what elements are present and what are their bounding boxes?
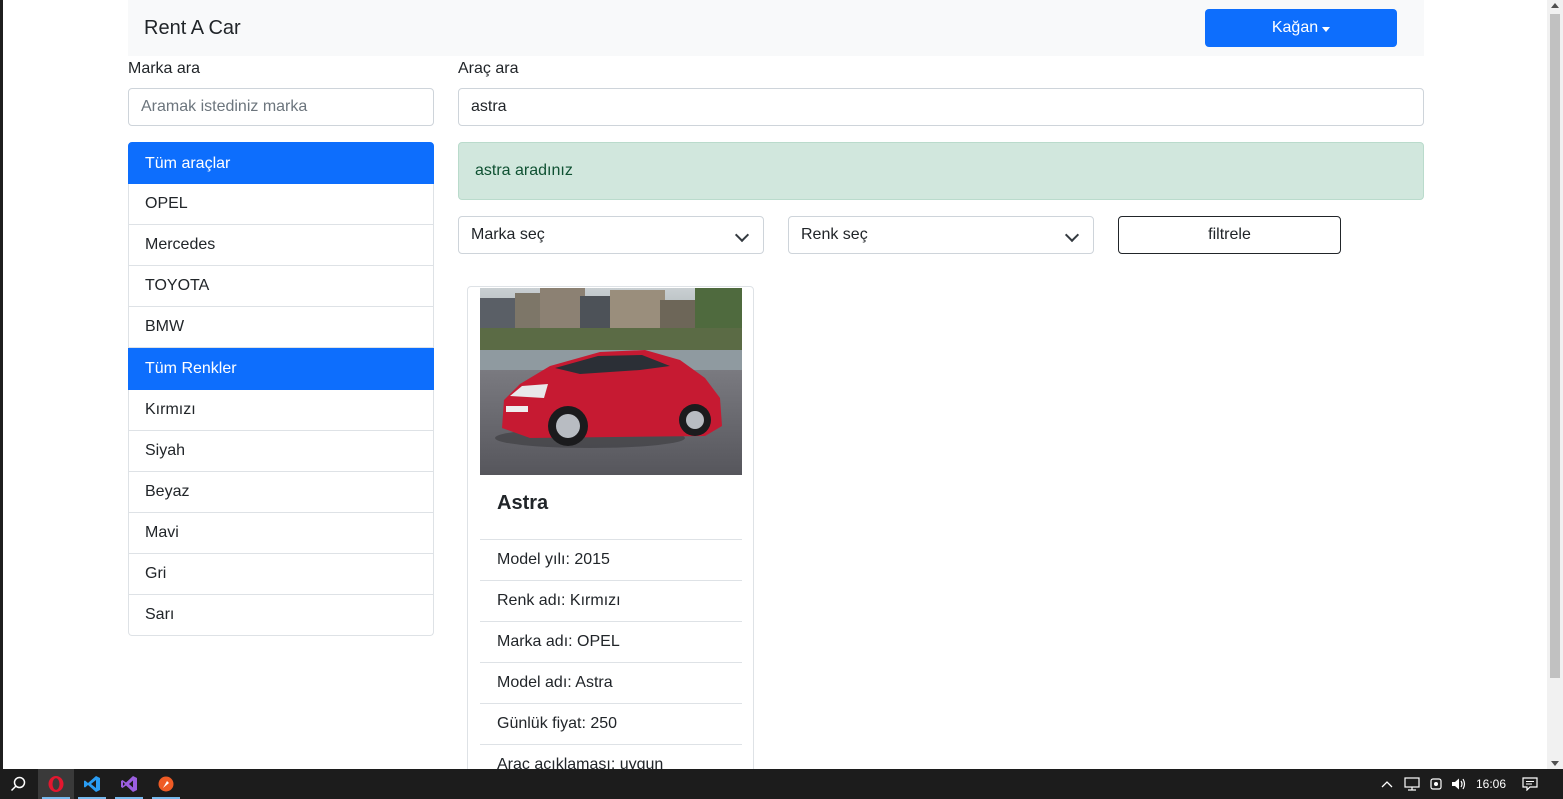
caret-down-icon: [1322, 26, 1331, 32]
filter-button[interactable]: filtrele: [1118, 216, 1341, 254]
brand-search-input[interactable]: [128, 88, 434, 126]
brand-list-item[interactable]: OPEL: [128, 184, 434, 225]
car-detail-model-year: Model yılı: 2015: [480, 539, 742, 580]
color-list-item[interactable]: Beyaz: [128, 472, 434, 513]
chevron-down-icon: [1064, 227, 1080, 243]
visual-studio-icon[interactable]: [111, 769, 147, 799]
brand-list-item[interactable]: Mercedes: [128, 225, 434, 266]
user-dropdown-label: Kağan: [1271, 19, 1319, 36]
search-icon[interactable]: [0, 769, 36, 799]
taskbar-clock[interactable]: 16:06: [1476, 769, 1506, 799]
list-item-all-cars[interactable]: Tüm araçlar: [128, 142, 434, 184]
user-dropdown-button[interactable]: Kağan: [1205, 9, 1397, 47]
car-image: [480, 288, 742, 475]
color-list-item[interactable]: Sarı: [128, 595, 434, 636]
car-card-title: Astra: [497, 492, 549, 514]
car-detail-daily-price: Günlük fiyat: 250: [480, 703, 742, 744]
car-detail-list: Model yılı: 2015 Renk adı: Kırmızı Marka…: [480, 539, 742, 785]
scroll-down-icon[interactable]: [1551, 761, 1559, 766]
brand-select-value: Marka seç: [471, 226, 545, 243]
chevron-up-icon[interactable]: [1378, 769, 1396, 799]
device-icon[interactable]: [1426, 769, 1446, 799]
color-list-item[interactable]: Kırmızı: [128, 390, 434, 431]
car-detail-brand: Marka adı: OPEL: [480, 621, 742, 662]
postman-icon[interactable]: [148, 769, 184, 799]
color-list-item[interactable]: Siyah: [128, 431, 434, 472]
brand-select[interactable]: Marka seç: [458, 216, 764, 254]
chevron-down-icon: [734, 227, 750, 243]
brand-search-label: Marka ara: [128, 60, 201, 77]
color-list: Tüm Renkler Kırmızı Siyah Beyaz Mavi Gri…: [128, 348, 434, 636]
opera-browser-icon[interactable]: [38, 769, 74, 799]
navbar: Rent A Car Kağan: [128, 0, 1424, 56]
car-detail-model-name: Model adı: Astra: [480, 662, 742, 703]
list-item-all-colors[interactable]: Tüm Renkler: [128, 348, 434, 390]
window-edge: [0, 0, 3, 769]
scroll-up-icon[interactable]: [1551, 3, 1559, 8]
car-detail-color: Renk adı: Kırmızı: [480, 580, 742, 621]
color-select[interactable]: Renk seç: [788, 216, 1094, 254]
search-result-alert: astra aradınız: [458, 142, 1424, 200]
page-scrollbar[interactable]: [1547, 0, 1563, 769]
color-select-value: Renk seç: [801, 226, 868, 243]
brand-list-item[interactable]: BMW: [128, 307, 434, 348]
scrollbar-thumb[interactable]: [1550, 14, 1560, 678]
taskbar: 16:06: [0, 769, 1563, 799]
vscode-icon[interactable]: [74, 769, 110, 799]
brand-list: Tüm araçlar OPEL Mercedes TOYOTA BMW: [128, 142, 434, 348]
car-card: Astra Model yılı: 2015 Renk adı: Kırmızı…: [467, 286, 754, 786]
volume-icon[interactable]: [1449, 769, 1469, 799]
color-list-item[interactable]: Mavi: [128, 513, 434, 554]
color-list-item[interactable]: Gri: [128, 554, 434, 595]
car-search-label: Araç ara: [458, 60, 519, 77]
brand-list-item[interactable]: TOYOTA: [128, 266, 434, 307]
network-icon[interactable]: [1402, 769, 1422, 799]
car-search-input[interactable]: [458, 88, 1424, 126]
notification-icon[interactable]: [1519, 769, 1541, 799]
brand-title[interactable]: Rent A Car: [144, 17, 241, 40]
